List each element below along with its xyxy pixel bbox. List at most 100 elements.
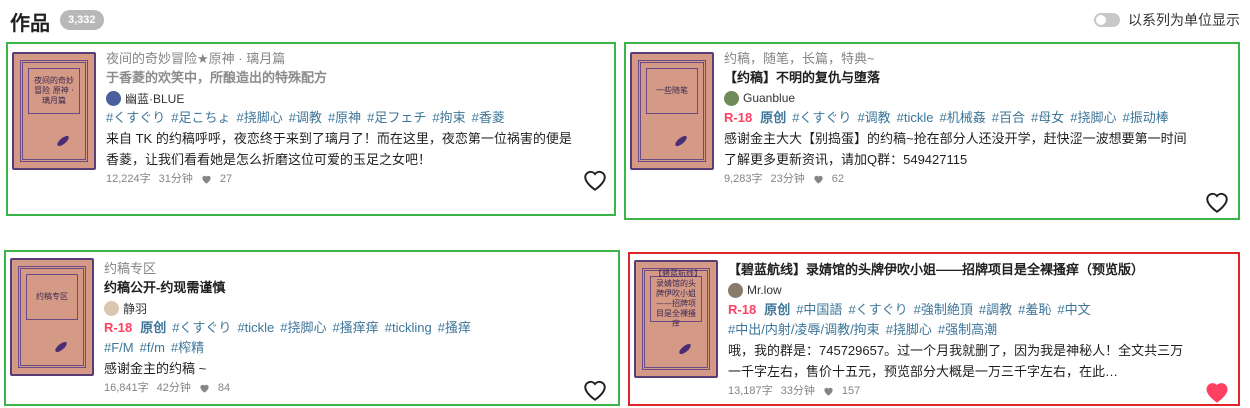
toggle-switch[interactable] bbox=[1094, 13, 1120, 27]
like-heart-icon[interactable] bbox=[582, 378, 608, 402]
r18-badge[interactable]: R-18 bbox=[104, 320, 132, 335]
series-link[interactable]: 夜间的奇妙冒险★原神 · 璃月篇 bbox=[106, 50, 582, 68]
work-description: 感谢金主大大【别捣蛋】的约稿~抢在部分人还没开学，赶快涩一波想要第一时间了解更多… bbox=[724, 131, 1187, 167]
toggle-knob bbox=[1096, 15, 1106, 25]
cover-image[interactable]: 【碧蓝航线】录婧馆的头牌伊吹小姐——招牌项目是全裸搔痒 bbox=[634, 260, 718, 378]
tag-link[interactable]: #くすぐり bbox=[848, 302, 907, 317]
tag-link[interactable]: #调教 bbox=[289, 110, 322, 125]
tag-link[interactable]: #足フェチ bbox=[367, 110, 426, 125]
bookmark-count: 84 bbox=[217, 382, 231, 394]
original-badge[interactable]: 原创 bbox=[764, 302, 790, 317]
tag-link[interactable]: #中国語 bbox=[796, 302, 842, 317]
tag-link[interactable]: #香菱 bbox=[472, 110, 505, 125]
tag-link[interactable]: #羞恥 bbox=[1018, 302, 1051, 317]
tag-link[interactable]: #挠脚心 bbox=[280, 320, 326, 335]
tag-link[interactable]: #F/M bbox=[104, 340, 134, 355]
tag-link[interactable]: #中文 bbox=[1057, 302, 1090, 317]
cover-image[interactable]: 约稿专区 bbox=[10, 258, 94, 376]
tag-link[interactable]: #挠脚心 bbox=[1070, 110, 1116, 125]
liked-heart-icon[interactable] bbox=[1204, 380, 1230, 404]
tag-link[interactable]: #机械姦 bbox=[940, 110, 986, 125]
r18-badge[interactable]: R-18 bbox=[728, 302, 756, 317]
r18-badge[interactable]: R-18 bbox=[724, 110, 752, 125]
tag-link[interactable]: #调教 bbox=[857, 110, 890, 125]
avatar[interactable] bbox=[104, 300, 119, 316]
tag-list: R-18 原创 #くすぐり #调教 #tickle #机械姦 #百合 #母女 #挠脚心 #振动棒 bbox=[724, 108, 1194, 128]
work-card[interactable]: 约稿专区 约稿专区 约稿公开-约现需谨慎 静羽 R-18 原创 #くすぐり #tick… bbox=[4, 250, 620, 406]
bookmark-count-icon bbox=[199, 383, 210, 394]
tag-link[interactable]: #百合 bbox=[992, 110, 1025, 125]
tag-link[interactable]: #足こちょ bbox=[171, 110, 230, 125]
tag-link[interactable]: #tickle bbox=[897, 110, 934, 125]
cover-image[interactable]: 夜间的奇妙冒险 原神 · 璃月篇 bbox=[12, 52, 96, 170]
author-row[interactable]: Guanblue bbox=[724, 88, 1194, 108]
toggle-label[interactable]: 以系列为单位显示 bbox=[1128, 10, 1240, 30]
work-meta: 16,841字 42分钟 84 bbox=[104, 379, 574, 397]
tag-link[interactable]: #搔痒 bbox=[438, 320, 471, 335]
tag-link[interactable]: #中出/内射/凌辱/调教/拘束 bbox=[728, 322, 880, 337]
char-count: 9,283字 bbox=[724, 173, 763, 185]
reading-time: 23分钟 bbox=[770, 173, 805, 185]
author-row[interactable]: 静羽 bbox=[104, 298, 574, 318]
work-card[interactable]: 【碧蓝航线】录婧馆的头牌伊吹小姐——招牌项目是全裸搔痒 【碧蓝航线】录婧馆的头牌… bbox=[628, 252, 1240, 406]
reading-time: 33分钟 bbox=[780, 385, 815, 397]
work-title[interactable]: 【碧蓝航线】录婧馆的头牌伊吹小姐——招牌项目是全裸搔痒（预览版） bbox=[728, 260, 1194, 280]
bookmark-count: 157 bbox=[841, 385, 861, 397]
card-content: 【碧蓝航线】录婧馆的头牌伊吹小姐——招牌项目是全裸搔痒（预览版） Mr.low … bbox=[728, 260, 1194, 400]
original-badge[interactable]: 原创 bbox=[760, 110, 786, 125]
cover-text: 约稿专区 bbox=[26, 274, 78, 320]
tag-link[interactable]: #f/m bbox=[140, 340, 165, 355]
series-unit-toggle[interactable]: 以系列为单位显示 bbox=[1094, 10, 1240, 30]
avatar[interactable] bbox=[106, 90, 121, 106]
tag-list: R-18 原创 #中国語 #くすぐり #強制絶頂 #調教 #羞恥 #中文 #中出/内射/凌辱/调… bbox=[728, 300, 1194, 340]
card-content: 约稿，随笔，长篇，特典~ 【约稿】不明的复仇与堕落 Guanblue R-18 原… bbox=[724, 50, 1194, 188]
tag-link[interactable]: #調教 bbox=[979, 302, 1012, 317]
author-row[interactable]: Mr.low bbox=[728, 280, 1194, 300]
char-count: 16,841字 bbox=[104, 382, 149, 394]
author-row[interactable]: 幽蓝·BLUE bbox=[106, 88, 582, 108]
tag-link[interactable]: #榨精 bbox=[171, 340, 204, 355]
tag-link[interactable]: #挠脚心 bbox=[886, 322, 932, 337]
series-link[interactable]: 约稿专区 bbox=[104, 260, 574, 278]
bookmark-count: 27 bbox=[219, 173, 233, 185]
tag-link[interactable]: #母女 bbox=[1031, 110, 1064, 125]
series-link[interactable]: 约稿，随笔，长篇，特典~ bbox=[724, 50, 1194, 68]
work-description: 来自 TK 的约稿呼呼，夜恋终于来到了璃月了！而在这里，夜恋第一位祸害的便是香菱… bbox=[106, 131, 572, 167]
work-meta: 13,187字 33分钟 157 bbox=[728, 382, 1194, 400]
card-content: 夜间的奇妙冒险★原神 · 璃月篇 于香菱的欢笑中，所酿造出的特殊配方 幽蓝·BL… bbox=[106, 50, 582, 188]
work-title[interactable]: 【约稿】不明的复仇与堕落 bbox=[724, 68, 1194, 88]
work-meta: 12,224字 31分钟 27 bbox=[106, 170, 582, 188]
tag-link[interactable]: #挠脚心 bbox=[236, 110, 282, 125]
original-badge[interactable]: 原创 bbox=[140, 320, 166, 335]
tag-link[interactable]: #tickle bbox=[237, 320, 274, 335]
tag-link[interactable]: #振动棒 bbox=[1122, 110, 1168, 125]
author-name[interactable]: Mr.low bbox=[747, 283, 782, 297]
work-card[interactable]: 一些随笔 约稿，随笔，长篇，特典~ 【约稿】不明的复仇与堕落 Guanblue … bbox=[624, 42, 1240, 220]
works-title: 作品 bbox=[10, 13, 50, 35]
avatar[interactable] bbox=[728, 282, 743, 298]
works-header: 作品 3,332 以系列为单位显示 bbox=[10, 6, 1240, 35]
cover-image[interactable]: 一些随笔 bbox=[630, 52, 714, 170]
work-meta: 9,283字 23分钟 62 bbox=[724, 170, 1194, 188]
tag-link[interactable]: #强制高潮 bbox=[938, 322, 997, 337]
tag-list: R-18 原创 #くすぐり #tickle #挠脚心 #搔痒痒 #tickling #搔痒 #F… bbox=[104, 318, 574, 358]
tag-link[interactable]: #くすぐり bbox=[106, 110, 165, 125]
tag-link[interactable]: #くすぐり bbox=[172, 320, 231, 335]
tag-link[interactable]: #拘束 bbox=[432, 110, 465, 125]
like-heart-icon[interactable] bbox=[582, 168, 608, 192]
char-count: 13,187字 bbox=[728, 385, 773, 397]
tag-link[interactable]: #原神 bbox=[328, 110, 361, 125]
tag-link[interactable]: #強制絶頂 bbox=[914, 302, 973, 317]
author-name[interactable]: Guanblue bbox=[743, 91, 795, 105]
reading-time: 31分钟 bbox=[158, 173, 193, 185]
author-name[interactable]: 静羽 bbox=[123, 300, 147, 317]
work-title[interactable]: 约稿公开-约现需谨慎 bbox=[104, 278, 574, 298]
tag-link[interactable]: #tickling bbox=[385, 320, 432, 335]
tag-link[interactable]: #搔痒痒 bbox=[333, 320, 379, 335]
author-name[interactable]: 幽蓝·BLUE bbox=[125, 90, 184, 107]
avatar[interactable] bbox=[724, 90, 739, 106]
work-card[interactable]: 夜间的奇妙冒险 原神 · 璃月篇 夜间的奇妙冒险★原神 · 璃月篇 于香菱的欢笑… bbox=[6, 42, 616, 216]
like-heart-icon[interactable] bbox=[1204, 190, 1230, 214]
work-title[interactable]: 于香菱的欢笑中，所酿造出的特殊配方 bbox=[106, 68, 582, 88]
tag-link[interactable]: #くすぐり bbox=[792, 110, 851, 125]
